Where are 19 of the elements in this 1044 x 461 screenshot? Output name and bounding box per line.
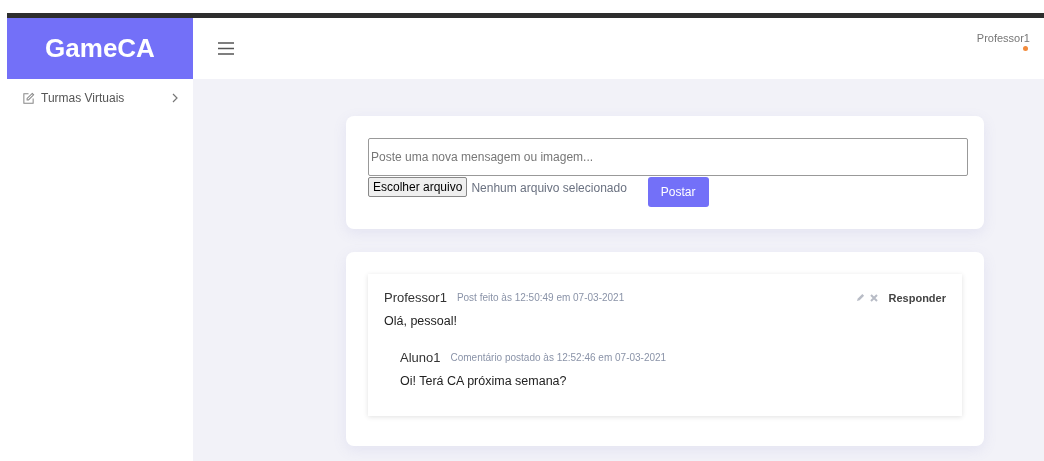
post-meta: Post feito às 12:50:49 em 07-03-2021	[456, 292, 625, 303]
sidebar-label: Turmas Virtuais	[41, 91, 126, 105]
post-button[interactable]: Postar	[647, 177, 709, 207]
file-status: Nenhum arquivo selecionado	[471, 181, 627, 195]
menu-icon[interactable]	[218, 42, 234, 55]
sidebar-item[interactable]: Turmas Virtuais	[7, 79, 193, 105]
brand-logo: GameCA	[7, 18, 193, 79]
choose-file-button[interactable]: Escolher arquivo	[368, 177, 468, 197]
edit-icon	[22, 91, 35, 105]
close-icon[interactable]	[869, 293, 878, 302]
message-input[interactable]: Poste uma nova mensagem ou imagem...	[368, 138, 968, 176]
user-name[interactable]: Professor1	[976, 32, 1030, 44]
post-text: Olá, pessoal!	[384, 314, 458, 328]
comment-meta: Comentário postado às 12:52:46 em 07-03-2021	[450, 352, 667, 363]
reply-link[interactable]: Responder	[888, 291, 946, 304]
comment-text: Oi! Terá CA próxima semana?	[400, 374, 568, 388]
edit-icon[interactable]	[855, 293, 865, 302]
post-author: Professor1	[384, 290, 447, 305]
comment-author: Aluno1	[400, 350, 441, 365]
